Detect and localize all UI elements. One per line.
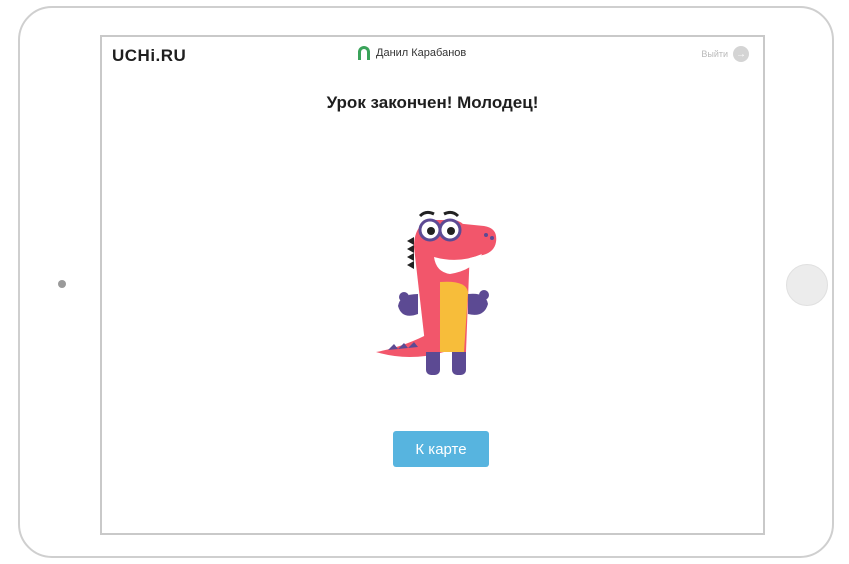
dinosaur-mascot bbox=[376, 210, 497, 375]
user-name: Данил Карабанов bbox=[376, 47, 467, 59]
app-screen: UCHi.RU Данил Карабанов Выйти → Урок зак… bbox=[100, 35, 765, 535]
home-button[interactable] bbox=[786, 264, 828, 306]
mascot-back-spikes bbox=[407, 237, 414, 269]
user-headphones-icon bbox=[358, 46, 370, 60]
logo[interactable]: UCHi.RU bbox=[112, 46, 186, 66]
logout-label: Выйти bbox=[701, 49, 728, 59]
camera-dot bbox=[58, 280, 66, 288]
to-map-button[interactable]: К карте bbox=[393, 431, 489, 467]
user-info: Данил Карабанов bbox=[358, 46, 466, 60]
header: UCHi.RU Данил Карабанов Выйти → bbox=[102, 37, 763, 77]
logout-button[interactable]: Выйти → bbox=[701, 46, 749, 62]
logout-icon: → bbox=[733, 46, 749, 62]
page-title: Урок закончен! Молодец! bbox=[326, 93, 539, 112]
mascot-belly bbox=[440, 281, 468, 352]
